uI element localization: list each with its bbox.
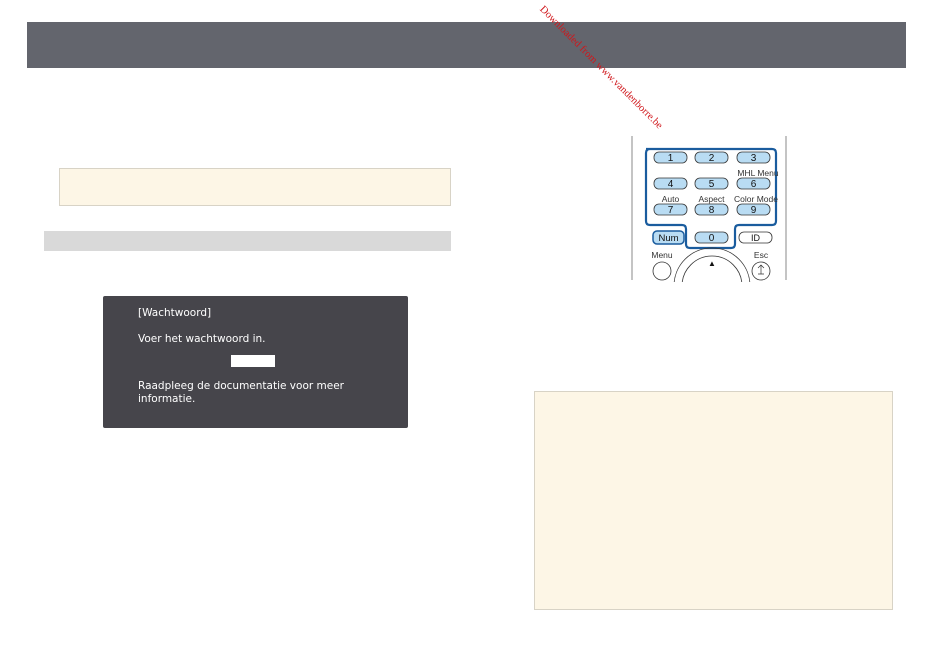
key-4-label: 4 (668, 179, 674, 190)
note-box (59, 168, 451, 206)
up-arrow-icon: ▲ (708, 259, 716, 268)
dialog-prompt: Voer het wachtwoord in. (138, 333, 266, 345)
key-1-label: 1 (668, 153, 674, 164)
note-box-large (534, 391, 893, 610)
key-8-label: 8 (709, 205, 715, 216)
key-id-label: ID (751, 233, 761, 243)
mhl-menu-label: MHL Menu (737, 168, 779, 178)
key-3-label: 3 (751, 153, 757, 164)
password-dialog-screenshot: [Wachtwoord] Voer het wachtwoord in. Raa… (103, 296, 408, 428)
dialog-info-line2: informatie. (138, 393, 196, 405)
key-0-label: 0 (709, 233, 715, 244)
menu-button (652, 261, 672, 281)
dialog-info-line1: Raadpleeg de documentatie voor meer (138, 380, 344, 392)
esc-label: Esc (754, 250, 769, 260)
aspect-label: Aspect (699, 194, 726, 204)
dialog-title: [Wachtwoord] (138, 307, 212, 319)
password-field (231, 355, 275, 367)
section-heading-bar (44, 231, 451, 251)
auto-label: Auto (662, 194, 680, 204)
key-7-label: 7 (668, 205, 674, 216)
menu-label: Menu (651, 250, 673, 260)
key-9-label: 9 (751, 205, 757, 216)
key-6-label: 6 (751, 179, 757, 190)
key-5-label: 5 (709, 179, 715, 190)
remote-control-illustration: 1 2 3 MHL Menu 4 5 6 Auto Aspect Color M… (631, 136, 787, 282)
color-mode-label: Color Mode (734, 194, 778, 204)
key-2-label: 2 (709, 153, 715, 164)
key-num-label: Num (658, 233, 678, 244)
header-bar (27, 22, 906, 68)
